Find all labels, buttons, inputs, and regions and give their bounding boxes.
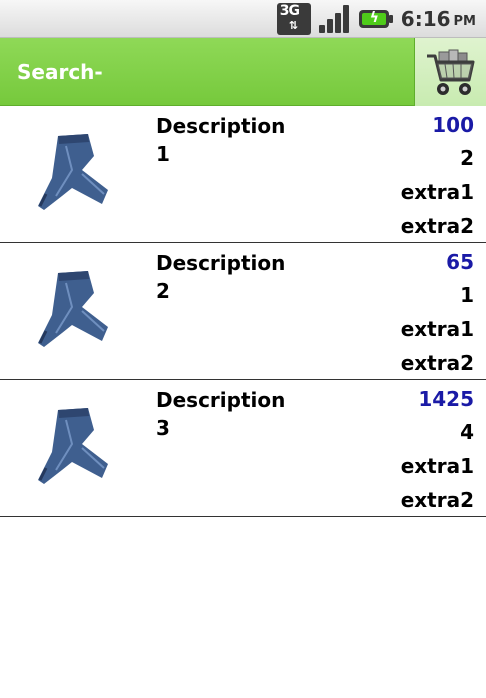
product-extra2: extra2 [400,488,474,512]
product-price: 65 [446,250,474,274]
list-item[interactable]: Description 1 100 2 extra1 extra2 [0,106,486,243]
description-number: 2 [156,279,170,303]
product-extra2: extra2 [400,351,474,375]
product-description: Description 1 [156,112,306,168]
jeans-icon [38,134,108,210]
description-number: 1 [156,142,170,166]
product-price: 100 [432,113,474,137]
jeans-icon [38,408,108,484]
description-label: Description [156,388,286,412]
product-quantity: 4 [460,420,474,444]
cart-button[interactable] [414,38,486,106]
empty-list-area [0,517,486,698]
battery-charging-icon: ϟ [358,6,393,32]
status-icons: 3G ⇅ ϟ 6:16 PM [276,3,476,35]
jeans-icon [38,271,108,347]
network-label: 3G [279,3,300,19]
product-extra1: extra1 [400,180,474,204]
app-screen: 3G ⇅ ϟ 6:16 PM Search- Description 1 100… [0,0,486,698]
list-item[interactable]: Description 2 65 1 extra1 extra2 [0,243,486,380]
description-number: 3 [156,416,170,440]
product-extra2: extra2 [400,214,474,238]
status-bar: 3G ⇅ ϟ 6:16 PM [0,0,486,38]
description-label: Description [156,251,286,275]
product-description: Description 2 [156,249,306,305]
status-ampm: PM [453,14,476,29]
shopping-cart-icon [427,49,475,95]
list-item[interactable]: Description 3 1425 4 extra1 extra2 [0,380,486,517]
product-list: Description 1 100 2 extra1 extra2 Descri… [0,106,486,517]
product-extra1: extra1 [400,454,474,478]
description-label: Description [156,114,286,138]
status-time: 6:16 [400,7,451,31]
signal-strength-icon [317,3,351,35]
page-title: Search- [17,60,103,84]
product-description: Description 3 [156,386,306,442]
title-bar: Search- [0,38,486,106]
3g-data-icon: 3G ⇅ [276,3,311,35]
product-quantity: 2 [460,146,474,170]
product-extra1: extra1 [400,317,474,341]
product-quantity: 1 [460,283,474,307]
product-price: 1425 [418,387,474,411]
